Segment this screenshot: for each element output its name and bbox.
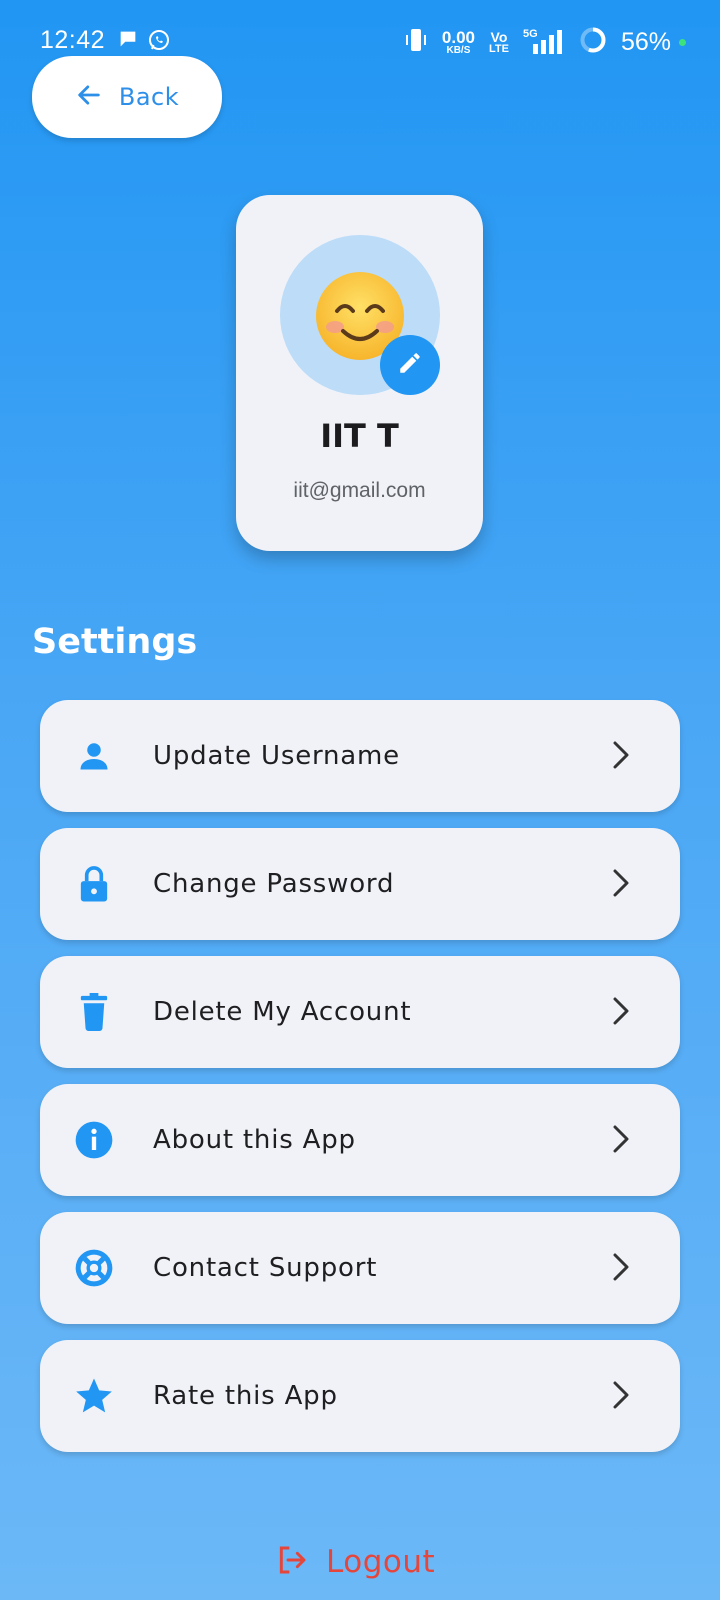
chevron-right-icon (612, 996, 630, 1030)
chevron-right-icon (612, 1252, 630, 1286)
settings-item-label: Delete My Account (153, 997, 412, 1027)
vibrate-icon (404, 27, 428, 58)
settings-item-delete-account[interactable]: Delete My Account (40, 956, 680, 1068)
charging-dot (679, 39, 686, 46)
settings-item-label: Contact Support (153, 1253, 378, 1283)
profile-email: iit@gmail.com (293, 479, 426, 502)
arrow-left-icon (75, 81, 103, 113)
logout-icon (276, 1544, 308, 1580)
back-label: Back (118, 83, 180, 111)
settings-item-contact-support[interactable]: Contact Support (40, 1212, 680, 1324)
settings-item-change-password[interactable]: Change Password (40, 828, 680, 940)
message-notification-icon (117, 28, 139, 57)
edit-avatar-button[interactable] (380, 335, 440, 395)
network-speed: 0.00 KB/S (441, 28, 475, 56)
person-icon (74, 736, 114, 776)
settings-item-label: Rate this App (153, 1381, 338, 1411)
settings-item-label: Change Password (153, 869, 395, 899)
battery-ring-icon (579, 26, 607, 59)
settings-item-about-app[interactable]: About this App (40, 1084, 680, 1196)
trash-icon (74, 992, 114, 1032)
chevron-right-icon (612, 868, 630, 902)
chevron-right-icon (612, 1124, 630, 1158)
profile-name: IIT T (320, 417, 399, 455)
chevron-right-icon (612, 740, 630, 774)
lock-icon (74, 864, 114, 904)
settings-item-label: Update Username (153, 741, 400, 771)
star-icon (74, 1376, 114, 1416)
settings-item-update-username[interactable]: Update Username (40, 700, 680, 812)
logout-label: Logout (326, 1544, 436, 1580)
settings-title: Settings (32, 622, 198, 662)
whatsapp-notification-icon (147, 28, 171, 57)
signal-icon: 5G (523, 28, 565, 56)
battery-percent: 56% (620, 28, 671, 56)
logout-button[interactable]: Logout (276, 1544, 435, 1580)
settings-item-rate-app[interactable]: Rate this App (40, 1340, 680, 1452)
settings-list: Update Username Change Password Delete M… (40, 700, 680, 1468)
lifebuoy-icon (74, 1248, 114, 1288)
back-button[interactable]: Back (32, 56, 222, 138)
status-time: 12:42 (40, 26, 106, 54)
info-icon (74, 1120, 114, 1160)
volte-indicator: Vo LTE (488, 29, 509, 55)
settings-item-label: About this App (153, 1125, 356, 1155)
pencil-icon (397, 350, 423, 380)
profile-card: IIT T iit@gmail.com (236, 195, 483, 551)
chevron-right-icon (612, 1380, 630, 1414)
